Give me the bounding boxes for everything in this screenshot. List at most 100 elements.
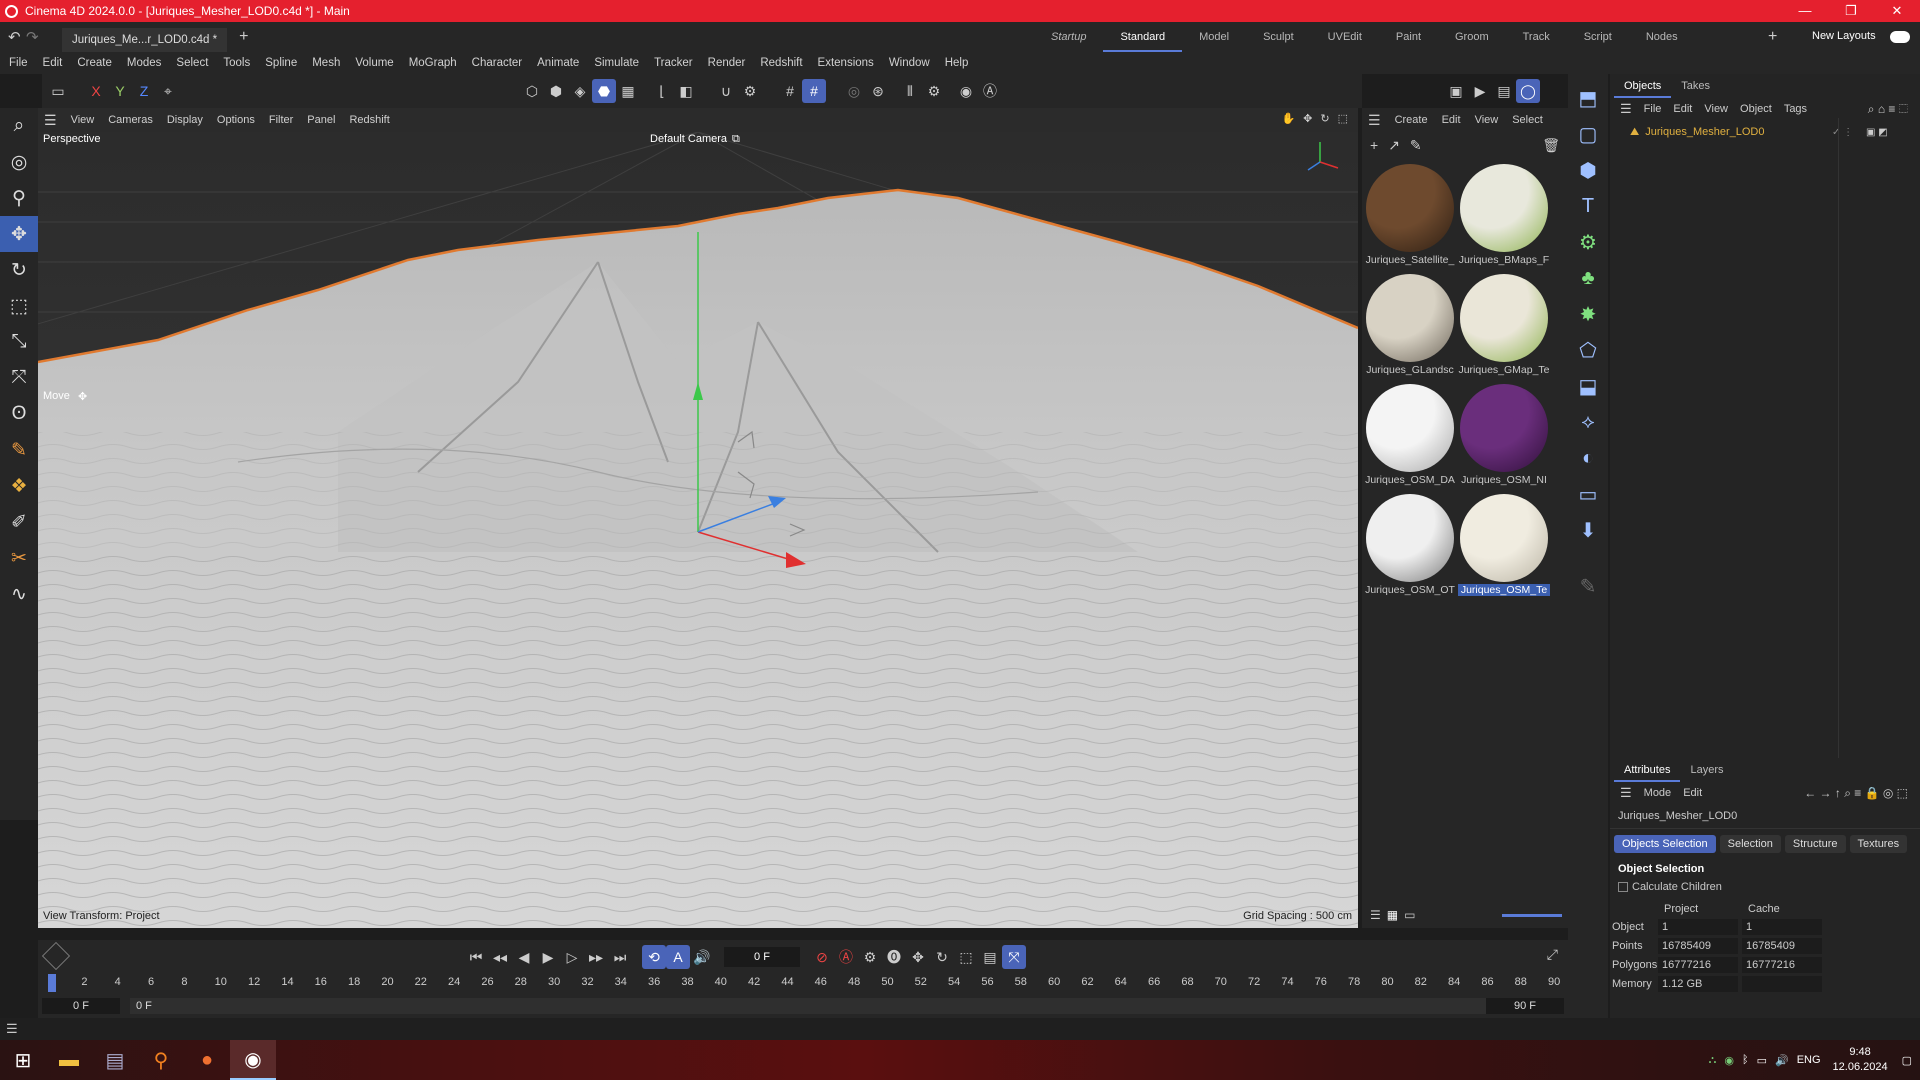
object-name[interactable]: Juriques_Mesher_LOD0 [1645, 126, 1764, 138]
material-name[interactable]: Juriques_OSM_Te [1458, 584, 1550, 596]
pattern-tool-icon[interactable]: ❖ [0, 468, 38, 504]
statistics-project-value[interactable]: 1.12 GB [1658, 975, 1738, 992]
menu-window[interactable]: Window [880, 57, 936, 69]
material-swatch[interactable]: Juriques_Satellite_ [1364, 158, 1456, 268]
3d-viewport[interactable]: Perspective Default Camera ⧉ Move ✥ View… [38, 132, 1358, 928]
material-name[interactable]: Juriques_GLandsc [1364, 364, 1456, 376]
material-swatch[interactable]: Juriques_GLandsc [1364, 268, 1456, 378]
material-menu-view[interactable]: View [1469, 114, 1507, 126]
points-mode-icon[interactable]: ⬡ [520, 79, 544, 103]
layout-tab-standard[interactable]: Standard [1103, 22, 1183, 52]
menu-volume[interactable]: Volume [346, 57, 399, 69]
firefox-icon[interactable]: ● [184, 1040, 230, 1080]
objects-tab-takes[interactable]: Takes [1671, 74, 1720, 98]
layout-tab-track[interactable]: Track [1506, 22, 1567, 52]
grid-snap-icon[interactable]: # [778, 79, 802, 103]
close-button[interactable]: ✕ [1874, 0, 1920, 22]
next-key-icon[interactable]: ▸▸ [584, 945, 608, 969]
attributes-button-structure[interactable]: Structure [1784, 835, 1846, 853]
statistics-cache-value[interactable] [1742, 975, 1822, 992]
transform-tool-icon[interactable]: ⤡ [0, 324, 38, 360]
layouts-toggle[interactable] [1890, 31, 1910, 43]
spline-pen-icon[interactable]: ∿ [0, 576, 38, 612]
light-object-icon[interactable]: ◐ [1568, 440, 1608, 476]
autokey-icon[interactable]: Ⓐ [834, 945, 858, 969]
notification-icon[interactable]: ▢ [1902, 1054, 1912, 1067]
goto-start-icon[interactable]: ⏮ [464, 945, 488, 969]
viewport-menu-panel[interactable]: Panel [300, 114, 342, 126]
layout-tab-groom[interactable]: Groom [1438, 22, 1506, 52]
snap-settings-icon[interactable]: ⚙ [738, 79, 762, 103]
next-frame-icon[interactable]: ▷ [560, 945, 584, 969]
layout-tab-uvedit[interactable]: UVEdit [1311, 22, 1379, 52]
network-icon[interactable]: ▭ [1757, 1054, 1767, 1067]
brush-tool-icon[interactable]: ✐ [0, 504, 38, 540]
attributes-button-selection[interactable]: Selection [1719, 835, 1781, 853]
menu-select[interactable]: Select [167, 57, 214, 69]
snap-tool-icon[interactable]: ⤧ [0, 360, 38, 396]
viewport-menu-options[interactable]: Options [210, 114, 262, 126]
undo-icon[interactable]: ↶ [8, 28, 26, 46]
solo-icon[interactable]: ◧ [674, 79, 698, 103]
search-app-icon[interactable]: ⚲ [138, 1040, 184, 1080]
keyframe-icon[interactable] [41, 941, 71, 971]
material-swatch[interactable]: Juriques_BMaps_F [1458, 158, 1550, 268]
move-tool-icon[interactable]: ✥ [0, 216, 38, 252]
loop-icon[interactable]: ⟲ [642, 945, 666, 969]
clock[interactable]: 9:48 12.06.2024 [1833, 1045, 1888, 1075]
file-explorer-icon[interactable]: ▬ [46, 1040, 92, 1080]
polygons-mode-icon[interactable]: ◈ [568, 79, 592, 103]
lasso-tool-icon[interactable]: ʘ [0, 396, 38, 432]
menu-modes[interactable]: Modes [118, 57, 168, 69]
workplane-icon[interactable]: ⌊ [650, 79, 674, 103]
minimize-button[interactable]: — [1782, 0, 1828, 22]
effector-icon[interactable]: ✸ [1568, 296, 1608, 332]
render-to-picture-viewer-icon[interactable]: ▶ [1468, 79, 1492, 103]
rotate-view-icon[interactable]: ↻ [1316, 112, 1333, 125]
edges-mode-icon[interactable]: ⬢ [544, 79, 568, 103]
material-name[interactable]: Juriques_BMaps_F [1458, 254, 1550, 266]
frame-ruler[interactable]: 0246810121416182022242628303234363840424… [38, 974, 1568, 994]
attributes-tab-attributes[interactable]: Attributes [1614, 758, 1681, 782]
material-name[interactable]: Juriques_OSM_NI [1458, 474, 1550, 486]
selection-tool-icon[interactable]: ◎ [0, 144, 38, 180]
object-row[interactable]: ⛰ Juriques_Mesher_LOD0 ✓ ⋮ ▣ ◩ [1610, 122, 1920, 142]
material-menu-select[interactable]: Select [1506, 114, 1551, 126]
spline-object-icon[interactable]: ⟡ [1568, 404, 1608, 440]
viewport-menu-cameras[interactable]: Cameras [101, 114, 160, 126]
attributes-menu-mode[interactable]: Mode [1638, 787, 1678, 799]
camera-label[interactable]: Default Camera [650, 133, 727, 145]
new-document-button[interactable]: + [239, 28, 248, 46]
scale-tool-icon[interactable]: ⬚ [0, 288, 38, 324]
statistics-project-value[interactable]: 16777216 [1658, 956, 1738, 973]
menu-animate[interactable]: Animate [528, 57, 585, 69]
status-menu-icon[interactable]: ☰ [0, 1021, 18, 1037]
scale-key-icon[interactable]: ⬚ [954, 945, 978, 969]
pan-icon[interactable]: ✋ [1277, 112, 1299, 125]
visibility-icon[interactable]: ✓ ⋮ [1832, 127, 1853, 138]
menu-mograph[interactable]: MoGraph [400, 57, 463, 69]
position-key-icon[interactable]: ✥ [906, 945, 930, 969]
objects-menu-file[interactable]: File [1638, 103, 1668, 115]
objects-menu-tags[interactable]: Tags [1778, 103, 1813, 115]
language-indicator[interactable]: ENG [1797, 1054, 1821, 1066]
menu-character[interactable]: Character [463, 57, 529, 69]
menu-redshift[interactable]: Redshift [751, 57, 808, 69]
material-swatch[interactable]: Juriques_OSM_OT [1364, 488, 1456, 598]
objects-search-icon[interactable]: ⌕ ⌂ ≡ ⬚ [1862, 102, 1914, 117]
viewport-menu-redshift[interactable]: Redshift [342, 114, 396, 126]
playhead[interactable] [48, 974, 56, 992]
paint-tool-icon[interactable]: ✎ [0, 432, 38, 468]
point-level-icon[interactable]: ⤧ [1002, 945, 1026, 969]
keyframe-selection-icon[interactable]: ⓿ [882, 945, 906, 969]
camera-icon[interactable]: ▭ [1568, 476, 1608, 512]
add-layout-button[interactable]: + [1768, 28, 1777, 46]
menu-help[interactable]: Help [936, 57, 975, 69]
menu-extensions[interactable]: Extensions [809, 57, 880, 69]
tray-app-icon[interactable]: ⛬ [1709, 1054, 1717, 1067]
layout-tab-paint[interactable]: Paint [1379, 22, 1438, 52]
new-material-icon[interactable]: + [1370, 137, 1378, 153]
redshift-render-view-icon[interactable]: ◯ [1516, 79, 1540, 103]
statistics-cache-value[interactable]: 16785409 [1742, 937, 1822, 954]
render-settings-icon[interactable]: ⊛ [866, 79, 890, 103]
